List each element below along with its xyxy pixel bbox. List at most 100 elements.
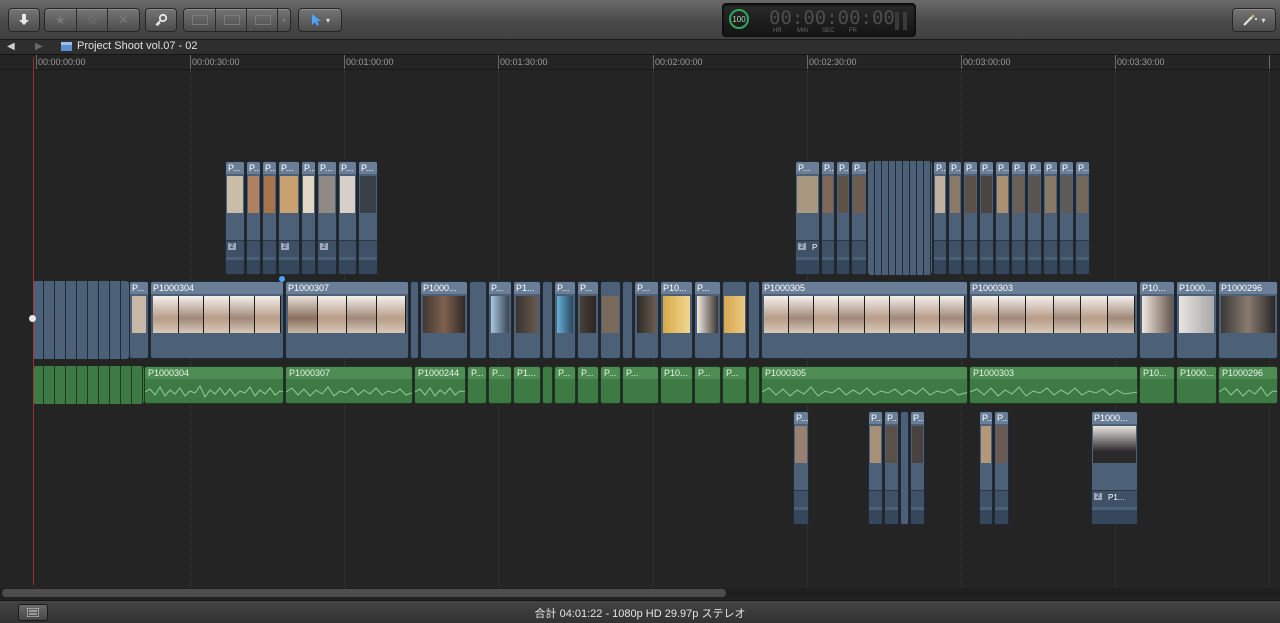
audio-clip[interactable]: P10...	[1139, 366, 1175, 404]
connected-clip[interactable]: P...	[979, 161, 994, 275]
reject-button[interactable]: ✕	[107, 9, 139, 31]
video-clip[interactable]: P1000303	[969, 281, 1138, 359]
video-clip[interactable]: P1000305	[761, 281, 968, 359]
video-clip[interactable]: P1000...	[420, 281, 468, 359]
connected-clip[interactable]: P...	[821, 161, 835, 275]
connected-clip[interactable]: P...	[246, 161, 261, 275]
audio-clip[interactable]: P1000307	[285, 366, 413, 404]
video-clip[interactable]	[600, 281, 621, 359]
effects-browser-button[interactable]: ▾	[1232, 8, 1276, 32]
video-clip[interactable]: P1000304	[150, 281, 284, 359]
video-clip[interactable]: P1000296	[1218, 281, 1278, 359]
ruler-label: 00:02:00:00	[655, 57, 703, 67]
connect-clip-button[interactable]	[184, 9, 215, 31]
connected-clip[interactable]: P...	[301, 161, 316, 275]
tool-selector-button[interactable]: ▾	[298, 8, 342, 32]
connected-clip[interactable]: P...	[1043, 161, 1058, 275]
audio-clip[interactable]: P...	[600, 366, 621, 404]
connected-clip[interactable]: P...	[995, 161, 1010, 275]
video-clip[interactable]: P...	[634, 281, 659, 359]
connected-clip[interactable]: P...	[1027, 161, 1042, 275]
video-clip[interactable]	[469, 281, 487, 359]
connected-clip[interactable]: P...	[338, 161, 357, 275]
connected-clip[interactable]: P...	[994, 411, 1009, 525]
edit-menu-chevron[interactable]: ▾	[277, 9, 290, 31]
insert-clip-button[interactable]	[215, 9, 247, 31]
connected-clip[interactable]: P...	[963, 161, 978, 275]
audio-clip[interactable]	[748, 366, 760, 404]
import-media-button[interactable]	[8, 8, 40, 32]
audio-clip[interactable]: P...	[722, 366, 747, 404]
connected-clip[interactable]: P...	[948, 161, 962, 275]
connected-clip[interactable]: P...	[836, 161, 850, 275]
video-clip[interactable]	[622, 281, 633, 359]
connected-clip[interactable]: P...	[1075, 161, 1090, 275]
favorite-button[interactable]: ★	[45, 9, 76, 31]
video-clip[interactable]: P...	[554, 281, 576, 359]
chevron-down-icon: ▾	[1261, 15, 1266, 25]
connected-clip[interactable]: P... 2	[225, 161, 245, 275]
append-clip-button[interactable]	[246, 9, 278, 31]
audio-clip[interactable]: P1000...	[1176, 366, 1217, 404]
audio-clip[interactable]: P1000303	[969, 366, 1138, 404]
audio-clip[interactable]: P...	[694, 366, 721, 404]
video-clip[interactable]: P...	[577, 281, 599, 359]
audio-clip[interactable]: P...	[488, 366, 512, 404]
audio-clip[interactable]: P1000305	[761, 366, 968, 404]
connected-clip[interactable]: P...	[884, 411, 899, 525]
connected-clip[interactable]: P...	[262, 161, 277, 275]
audio-clip[interactable]: P1000304	[144, 366, 284, 404]
connected-clip[interactable]: P1000... 2 P1...	[1091, 411, 1138, 525]
connected-clip[interactable]: P...	[868, 411, 883, 525]
keyword-editor-button[interactable]	[145, 8, 177, 32]
audio-clip[interactable]: P...	[577, 366, 599, 404]
video-clip[interactable]	[410, 281, 419, 359]
connected-clip[interactable]: P... 2	[278, 161, 300, 275]
video-clip[interactable]	[722, 281, 747, 359]
connected-clip[interactable]: P...	[910, 411, 925, 525]
connected-clip[interactable]: P...	[1059, 161, 1074, 275]
video-clip[interactable]: P...	[488, 281, 512, 359]
video-clip[interactable]: P1000307	[285, 281, 409, 359]
video-clip[interactable]: P...	[694, 281, 721, 359]
connected-clip[interactable]: P...	[979, 411, 993, 525]
skimmer-marker[interactable]	[279, 276, 285, 282]
connected-clip[interactable]	[900, 411, 909, 525]
audio-clip[interactable]: P...	[554, 366, 576, 404]
connected-clip[interactable]: P... 2 P	[795, 161, 820, 275]
video-clip[interactable]: P1...	[513, 281, 541, 359]
video-clip[interactable]: P1000...	[1176, 281, 1217, 359]
video-clip[interactable]: P10...	[660, 281, 693, 359]
video-clip[interactable]	[748, 281, 760, 359]
connected-clip[interactable]: P...	[1011, 161, 1026, 275]
magic-wand-icon	[1243, 14, 1258, 26]
audio-clip[interactable]: P10...	[660, 366, 693, 404]
video-clip[interactable]	[542, 281, 553, 359]
audio-clip[interactable]: P...	[622, 366, 659, 404]
connected-clip[interactable]: P... 2	[317, 161, 337, 275]
short-audio-stack[interactable]	[33, 366, 144, 404]
short-clip-stack[interactable]	[33, 281, 129, 359]
forward-arrow-icon[interactable]: ▶	[35, 41, 43, 52]
audio-clip[interactable]: P1000244	[414, 366, 466, 404]
storyline-start-handle[interactable]	[29, 315, 36, 322]
audio-clip[interactable]: P...	[467, 366, 487, 404]
collapsed-clip-stack[interactable]	[868, 161, 932, 275]
audio-clip[interactable]: P1...	[513, 366, 541, 404]
timecode-digits: 00:00:00:00	[769, 7, 895, 29]
connected-clip[interactable]: P...	[793, 411, 809, 525]
background-tasks-ring[interactable]: 100	[729, 9, 749, 29]
connected-clip[interactable]: P...	[358, 161, 378, 275]
horizontal-scrollbar[interactable]	[0, 588, 1280, 598]
timeline-ruler[interactable]: 00:00:00:00 00:00:30:00 00:01:00:00 00:0…	[0, 55, 1280, 70]
scrollbar-thumb[interactable]	[2, 589, 726, 597]
audio-clip[interactable]	[542, 366, 553, 404]
unrate-button[interactable]: ☆	[76, 9, 108, 31]
connected-clip[interactable]: P...	[933, 161, 947, 275]
video-clip[interactable]: P...	[129, 281, 149, 359]
dashboard-timecode[interactable]: 100 00:00:00:00 HR MIN SEC FR	[722, 3, 916, 37]
back-arrow-icon[interactable]: ◀	[7, 41, 15, 52]
video-clip[interactable]: P10...	[1139, 281, 1175, 359]
connected-clip[interactable]: P...	[851, 161, 867, 275]
audio-clip[interactable]: P1000296	[1218, 366, 1278, 404]
